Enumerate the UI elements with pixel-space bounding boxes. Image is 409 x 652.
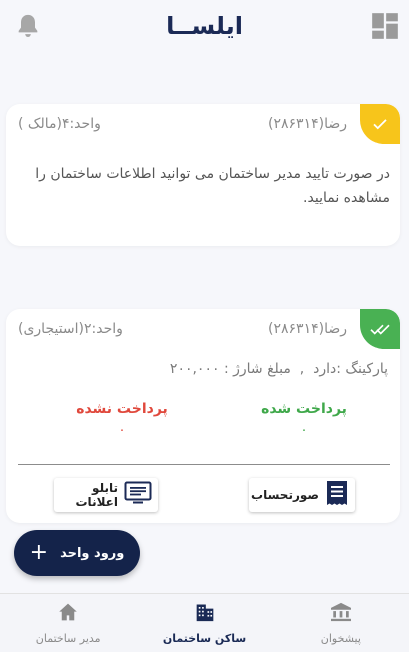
app-logo: ایلســا bbox=[166, 12, 243, 40]
invoices-button-label: صورتحساب bbox=[251, 488, 319, 502]
dashboard-grid-icon[interactable] bbox=[371, 12, 399, 40]
paid-summary[interactable]: پرداخت شده ۰ bbox=[234, 401, 374, 438]
add-unit-button[interactable]: ورود واحد + bbox=[14, 530, 140, 576]
bell-icon[interactable] bbox=[14, 12, 42, 40]
app-header: ایلســا bbox=[0, 0, 409, 52]
nav-label: ساکن ساختمان bbox=[162, 631, 247, 645]
paid-label: پرداخت شده bbox=[261, 401, 347, 417]
buildings-icon bbox=[195, 602, 215, 626]
add-unit-label: ورود واحد bbox=[60, 545, 125, 561]
plus-icon: + bbox=[29, 540, 49, 565]
divider bbox=[18, 464, 390, 465]
resident-name: رضا(۲۸۶۳۱۴) bbox=[268, 116, 347, 132]
notice-board-icon bbox=[124, 481, 152, 509]
notice-board-button-label: تابلو اعلانات bbox=[75, 481, 119, 509]
invoices-button[interactable]: صورتحساب bbox=[249, 478, 355, 512]
double-check-icon bbox=[370, 324, 390, 335]
bottom-nav: پیشخوان ساکن ساختمان مدیر ساختمان bbox=[0, 593, 409, 652]
notice-board-button[interactable]: تابلو اعلانات bbox=[54, 478, 158, 512]
resident-name: رضا(۲۸۶۳۱۴) bbox=[268, 321, 347, 337]
unit-card-approved[interactable]: رضا(۲۸۶۳۱۴) واحد:۲(استیجاری) پارکینگ :دا… bbox=[6, 309, 400, 523]
unit-card-pending[interactable]: رضا(۲۸۶۳۱۴) واحد:۴(مالک ) در صورت تایید … bbox=[6, 104, 400, 246]
nav-item-dashboard[interactable]: پیشخوان bbox=[273, 594, 409, 652]
home-icon bbox=[58, 602, 78, 626]
parking-charge-details: پارکینگ :دارد , مبلغ شارژ : ۲۰۰,۰۰۰ bbox=[169, 361, 388, 377]
unpaid-summary[interactable]: پرداخت نشده ۰ bbox=[52, 401, 192, 438]
nav-label: مدیر ساختمان bbox=[35, 631, 101, 645]
check-icon bbox=[373, 119, 387, 130]
approval-message: در صورت تایید مدیر ساختمان می توانید اطل… bbox=[35, 166, 390, 206]
paid-count: ۰ bbox=[300, 423, 308, 438]
status-badge bbox=[360, 309, 400, 349]
unpaid-label: پرداخت نشده bbox=[76, 401, 168, 417]
unit-info: واحد:۲(استیجاری) bbox=[18, 321, 123, 337]
nav-label: پیشخوان bbox=[320, 631, 361, 645]
unpaid-count: ۰ bbox=[118, 423, 126, 438]
receipt-icon bbox=[325, 480, 349, 510]
nav-item-manager[interactable]: مدیر ساختمان bbox=[0, 594, 136, 652]
unit-info: واحد:۴(مالک ) bbox=[18, 116, 101, 132]
nav-item-resident[interactable]: ساکن ساختمان bbox=[136, 594, 272, 652]
status-badge bbox=[360, 104, 400, 144]
bank-icon bbox=[330, 602, 352, 626]
